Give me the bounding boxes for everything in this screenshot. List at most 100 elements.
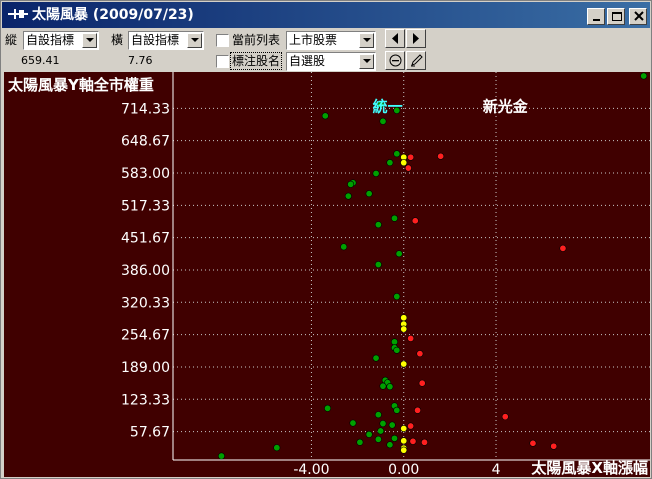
red-data-point[interactable] xyxy=(501,413,509,421)
stock-annotation: 新光金 xyxy=(483,98,529,116)
green-data-point[interactable] xyxy=(386,159,394,167)
title-bar[interactable]: 太陽風暴 (2009/07/23) xyxy=(2,2,650,28)
green-data-point[interactable] xyxy=(365,430,373,438)
green-data-point[interactable] xyxy=(391,214,399,222)
red-data-point[interactable] xyxy=(404,164,412,172)
window-title: 太陽風暴 (2009/07/23) xyxy=(32,7,194,23)
chevron-down-icon xyxy=(363,38,371,42)
vertical-dropdown-button[interactable] xyxy=(82,33,97,48)
green-data-point[interactable] xyxy=(340,243,348,251)
yellow-data-point[interactable] xyxy=(400,437,408,445)
yellow-data-point[interactable] xyxy=(400,314,408,322)
vertical-readout: 659.41 xyxy=(21,54,60,67)
maximize-icon xyxy=(612,12,622,21)
close-button[interactable] xyxy=(629,8,647,25)
mark-name-select[interactable]: 自選股 xyxy=(286,52,376,71)
vertical-indicator-select[interactable]: 自設指標 xyxy=(23,31,99,50)
mark-name-dropdown-button[interactable] xyxy=(359,54,374,69)
horizontal-indicator-select[interactable]: 自設指標 xyxy=(128,31,204,50)
green-data-point[interactable] xyxy=(273,444,281,452)
x-tick-label: 0.00 xyxy=(388,462,419,477)
draw-button[interactable] xyxy=(406,51,426,70)
yellow-data-point[interactable] xyxy=(400,360,408,368)
green-data-point[interactable] xyxy=(393,293,401,301)
green-data-point[interactable] xyxy=(324,404,332,412)
minus-circle-icon xyxy=(389,54,402,67)
green-data-point[interactable] xyxy=(365,190,373,198)
stock-annotation: 統一 xyxy=(373,98,403,116)
green-data-point[interactable] xyxy=(347,180,355,188)
chart-background xyxy=(4,72,650,477)
minimize-button[interactable] xyxy=(587,8,605,25)
triangle-left-icon xyxy=(392,33,398,44)
red-data-point[interactable] xyxy=(559,244,567,252)
green-data-point[interactable] xyxy=(388,421,396,429)
x-tick-label: -4.00 xyxy=(293,462,329,477)
red-data-point[interactable] xyxy=(407,334,415,342)
red-data-point[interactable] xyxy=(414,406,422,414)
chart-canvas[interactable]: 714.33 648.67 583.00 517.33 451.67 386.00 320.… xyxy=(4,72,650,477)
y-tick-label: 517.33 xyxy=(121,198,170,214)
chevron-down-icon xyxy=(191,38,199,42)
green-data-point[interactable] xyxy=(640,72,648,80)
red-data-point[interactable] xyxy=(407,422,415,430)
yellow-data-point[interactable] xyxy=(400,446,408,454)
y-tick-label: 320.33 xyxy=(121,295,170,311)
yellow-data-point[interactable] xyxy=(400,424,408,432)
yellow-data-point[interactable] xyxy=(400,325,408,333)
zoom-out-button[interactable] xyxy=(385,51,405,70)
minimize-icon xyxy=(593,19,600,21)
green-data-point[interactable] xyxy=(379,382,387,390)
red-data-point[interactable] xyxy=(420,438,428,446)
close-icon xyxy=(634,11,644,21)
red-data-point[interactable] xyxy=(418,379,426,387)
triangle-right-icon xyxy=(413,33,419,44)
green-data-point[interactable] xyxy=(393,346,401,354)
green-data-point[interactable] xyxy=(374,221,382,229)
previous-button[interactable] xyxy=(385,29,405,48)
red-data-point[interactable] xyxy=(416,350,424,358)
green-data-point[interactable] xyxy=(386,383,394,391)
horizontal-indicator-value: 自設指標 xyxy=(131,33,180,47)
current-list-select[interactable]: 上市股票 xyxy=(286,31,376,50)
red-data-point[interactable] xyxy=(407,153,415,161)
green-data-point[interactable] xyxy=(356,438,364,446)
red-data-point[interactable] xyxy=(529,439,537,447)
mark-name-value: 自選股 xyxy=(289,54,326,68)
green-data-point[interactable] xyxy=(379,117,387,125)
yellow-data-point[interactable] xyxy=(400,159,408,167)
green-data-point[interactable] xyxy=(374,411,382,419)
maximize-button[interactable] xyxy=(607,8,625,25)
scatter-chart[interactable]: 714.33 648.67 583.00 517.33 451.67 386.00 320.… xyxy=(4,72,650,477)
y-tick-label: 583.00 xyxy=(121,166,170,182)
horizontal-axis-label: 橫 xyxy=(111,33,124,47)
green-data-point[interactable] xyxy=(386,441,394,449)
red-data-point[interactable] xyxy=(411,217,419,225)
green-data-point[interactable] xyxy=(321,112,329,120)
green-data-point[interactable] xyxy=(372,354,380,362)
next-button[interactable] xyxy=(406,29,426,48)
app-window: 太陽風暴 (2009/07/23) 縱 自設指標 橫 自設指標 當前列表 上市股… xyxy=(0,0,652,479)
current-list-dropdown-button[interactable] xyxy=(359,33,374,48)
green-data-point[interactable] xyxy=(344,192,352,200)
green-data-point[interactable] xyxy=(379,420,387,428)
green-data-point[interactable] xyxy=(374,435,382,443)
green-data-point[interactable] xyxy=(391,338,399,346)
y-tick-label: 189.00 xyxy=(121,360,170,376)
red-data-point[interactable] xyxy=(550,442,558,450)
green-data-point[interactable] xyxy=(393,150,401,158)
current-list-checkbox[interactable] xyxy=(216,34,229,47)
red-data-point[interactable] xyxy=(437,152,445,160)
red-data-point[interactable] xyxy=(409,437,417,445)
mark-name-checkbox[interactable] xyxy=(216,55,229,68)
green-data-point[interactable] xyxy=(393,406,401,414)
green-data-point[interactable] xyxy=(374,261,382,269)
green-data-point[interactable] xyxy=(217,452,225,460)
green-data-point[interactable] xyxy=(349,419,357,427)
green-data-point[interactable] xyxy=(372,169,380,177)
horizontal-dropdown-button[interactable] xyxy=(187,33,202,48)
green-data-point[interactable] xyxy=(377,427,385,435)
x-axis-title: 太陽風暴X軸漲幅 xyxy=(531,459,648,477)
green-data-point[interactable] xyxy=(391,434,399,442)
green-data-point[interactable] xyxy=(395,250,403,258)
